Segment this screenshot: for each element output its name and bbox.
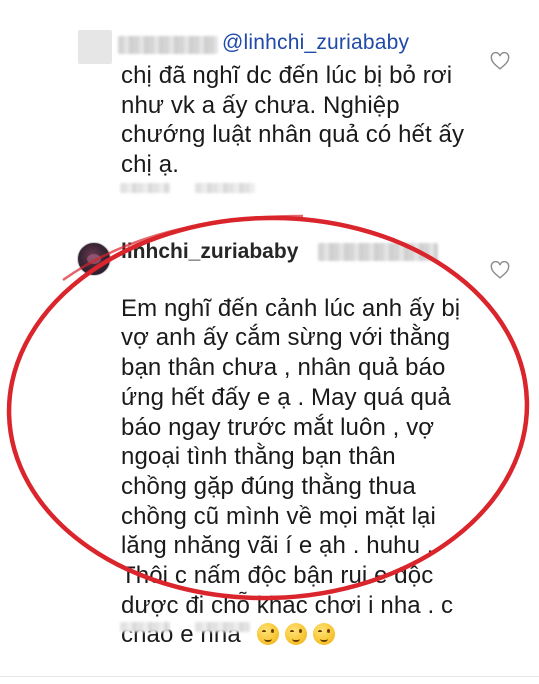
heart-outline-icon[interactable] xyxy=(490,261,510,279)
comment-text: chị đã nghĩ dc đến lúc bị bỏ rơi như vk … xyxy=(121,62,465,179)
avatar[interactable] xyxy=(77,242,111,276)
wink-emoji xyxy=(312,623,335,646)
comment-text: Em nghĩ đến cảnh lúc anh ấy bị vợ anh ấy… xyxy=(121,264,501,650)
reply-link[interactable] xyxy=(195,183,255,193)
mention-link[interactable]: @linhchi_zuriababy xyxy=(222,31,409,55)
comment-meta xyxy=(120,622,170,632)
comment-text-content: Em nghĩ đến cảnh lúc anh ấy bị vợ anh ấy… xyxy=(121,294,461,649)
avatar[interactable] xyxy=(78,30,112,64)
comment-item: @linhchi_zuriababy chị đã nghĩ dc đến lú… xyxy=(0,0,539,200)
blurred-mention xyxy=(318,243,438,261)
reply-link[interactable] xyxy=(195,622,250,632)
comment-username[interactable]: linhchi_zuriababy xyxy=(121,240,298,264)
wink-emoji xyxy=(284,623,307,646)
heart-outline-icon[interactable] xyxy=(490,52,510,70)
comment-meta xyxy=(120,183,170,193)
blurred-username xyxy=(118,36,218,54)
wink-emoji xyxy=(256,623,279,646)
comment-item: linhchi_zuriababy Em nghĩ đến cảnh lúc a… xyxy=(0,230,539,650)
divider xyxy=(0,676,539,677)
